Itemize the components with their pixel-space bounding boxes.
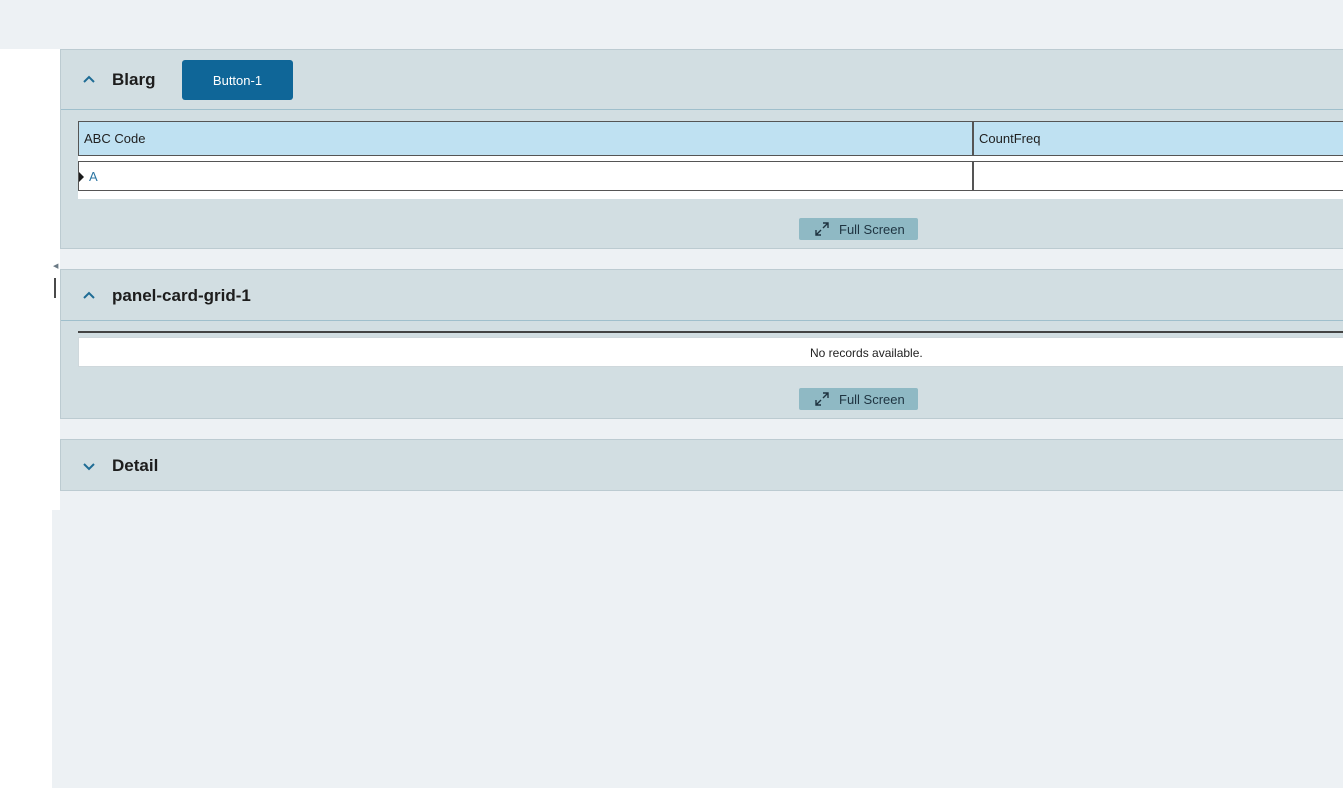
panel-title: panel-card-grid-1 xyxy=(112,286,251,305)
grid-header-row: ABC Code CountFreq xyxy=(78,121,1343,156)
expand-icon xyxy=(815,392,829,406)
panel-header[interactable]: Detail xyxy=(61,440,1343,490)
no-records-message: No records available. xyxy=(810,346,923,360)
cell-countfreq[interactable] xyxy=(974,162,1343,191)
splitter-handle[interactable] xyxy=(54,278,56,298)
chevron-up-icon[interactable] xyxy=(81,288,97,304)
grid-top-border xyxy=(78,331,1343,333)
top-bar xyxy=(0,0,1343,49)
panel-title: Detail xyxy=(112,456,159,475)
button-1[interactable]: Button-1 xyxy=(182,60,293,100)
abc-code-grid: ABC Code CountFreq A xyxy=(78,121,1343,199)
full-screen-label: Full Screen xyxy=(839,391,905,407)
panel-card-grid-1: panel-card-grid-1 No records available. … xyxy=(60,269,1343,419)
panel-detail: Detail xyxy=(60,439,1343,491)
full-screen-button[interactable]: Full Screen xyxy=(799,218,918,240)
panel-header[interactable]: panel-card-grid-1 xyxy=(61,270,1343,321)
column-header-countfreq[interactable]: CountFreq xyxy=(974,122,1343,155)
empty-grid-body: No records available. xyxy=(78,337,1343,367)
panel-title: Blarg xyxy=(112,70,156,89)
chevron-down-icon[interactable] xyxy=(81,458,97,474)
collapse-arrow-icon[interactable]: ◀ xyxy=(53,263,58,270)
panel-header[interactable]: Blarg Button-1 xyxy=(61,50,1343,110)
chevron-up-icon[interactable] xyxy=(81,72,97,88)
full-screen-label: Full Screen xyxy=(839,221,905,237)
cell-abc-code[interactable]: A xyxy=(79,162,972,191)
panel-blarg: Blarg Button-1 ABC Code CountFreq A Full… xyxy=(60,49,1343,249)
column-header-abc-code[interactable]: ABC Code xyxy=(79,122,972,155)
card-grid: No records available. xyxy=(78,331,1343,369)
table-row[interactable]: A xyxy=(78,161,1343,191)
expand-icon xyxy=(815,222,829,236)
full-screen-button[interactable]: Full Screen xyxy=(799,388,918,410)
